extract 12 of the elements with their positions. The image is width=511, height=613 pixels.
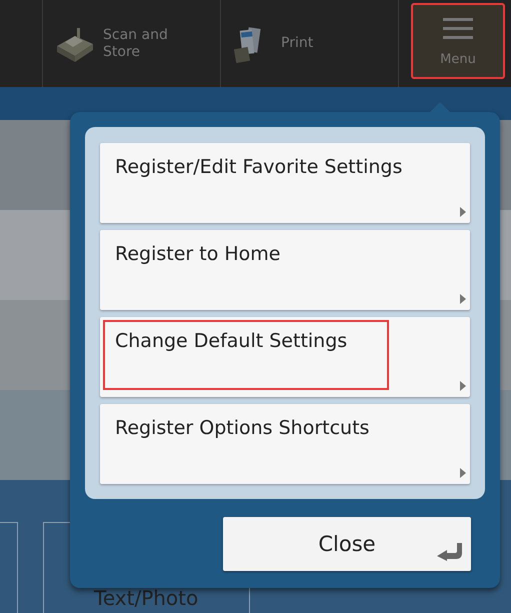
menu-item[interactable]: Register to Home <box>100 230 470 310</box>
return-icon <box>437 543 463 561</box>
triangle-icon <box>460 468 466 478</box>
tile[interactable] <box>0 522 18 613</box>
menu-item[interactable]: Change Default Settings <box>100 317 470 397</box>
menu-item[interactable]: Register Options Shortcuts <box>100 404 470 484</box>
close-button[interactable]: Close <box>223 517 471 571</box>
triangle-icon <box>460 381 466 391</box>
triangle-icon <box>460 207 466 217</box>
triangle-icon <box>460 294 466 304</box>
menu-icon <box>443 16 473 42</box>
menu-item[interactable]: Register/Edit Favorite Settings <box>100 143 470 223</box>
